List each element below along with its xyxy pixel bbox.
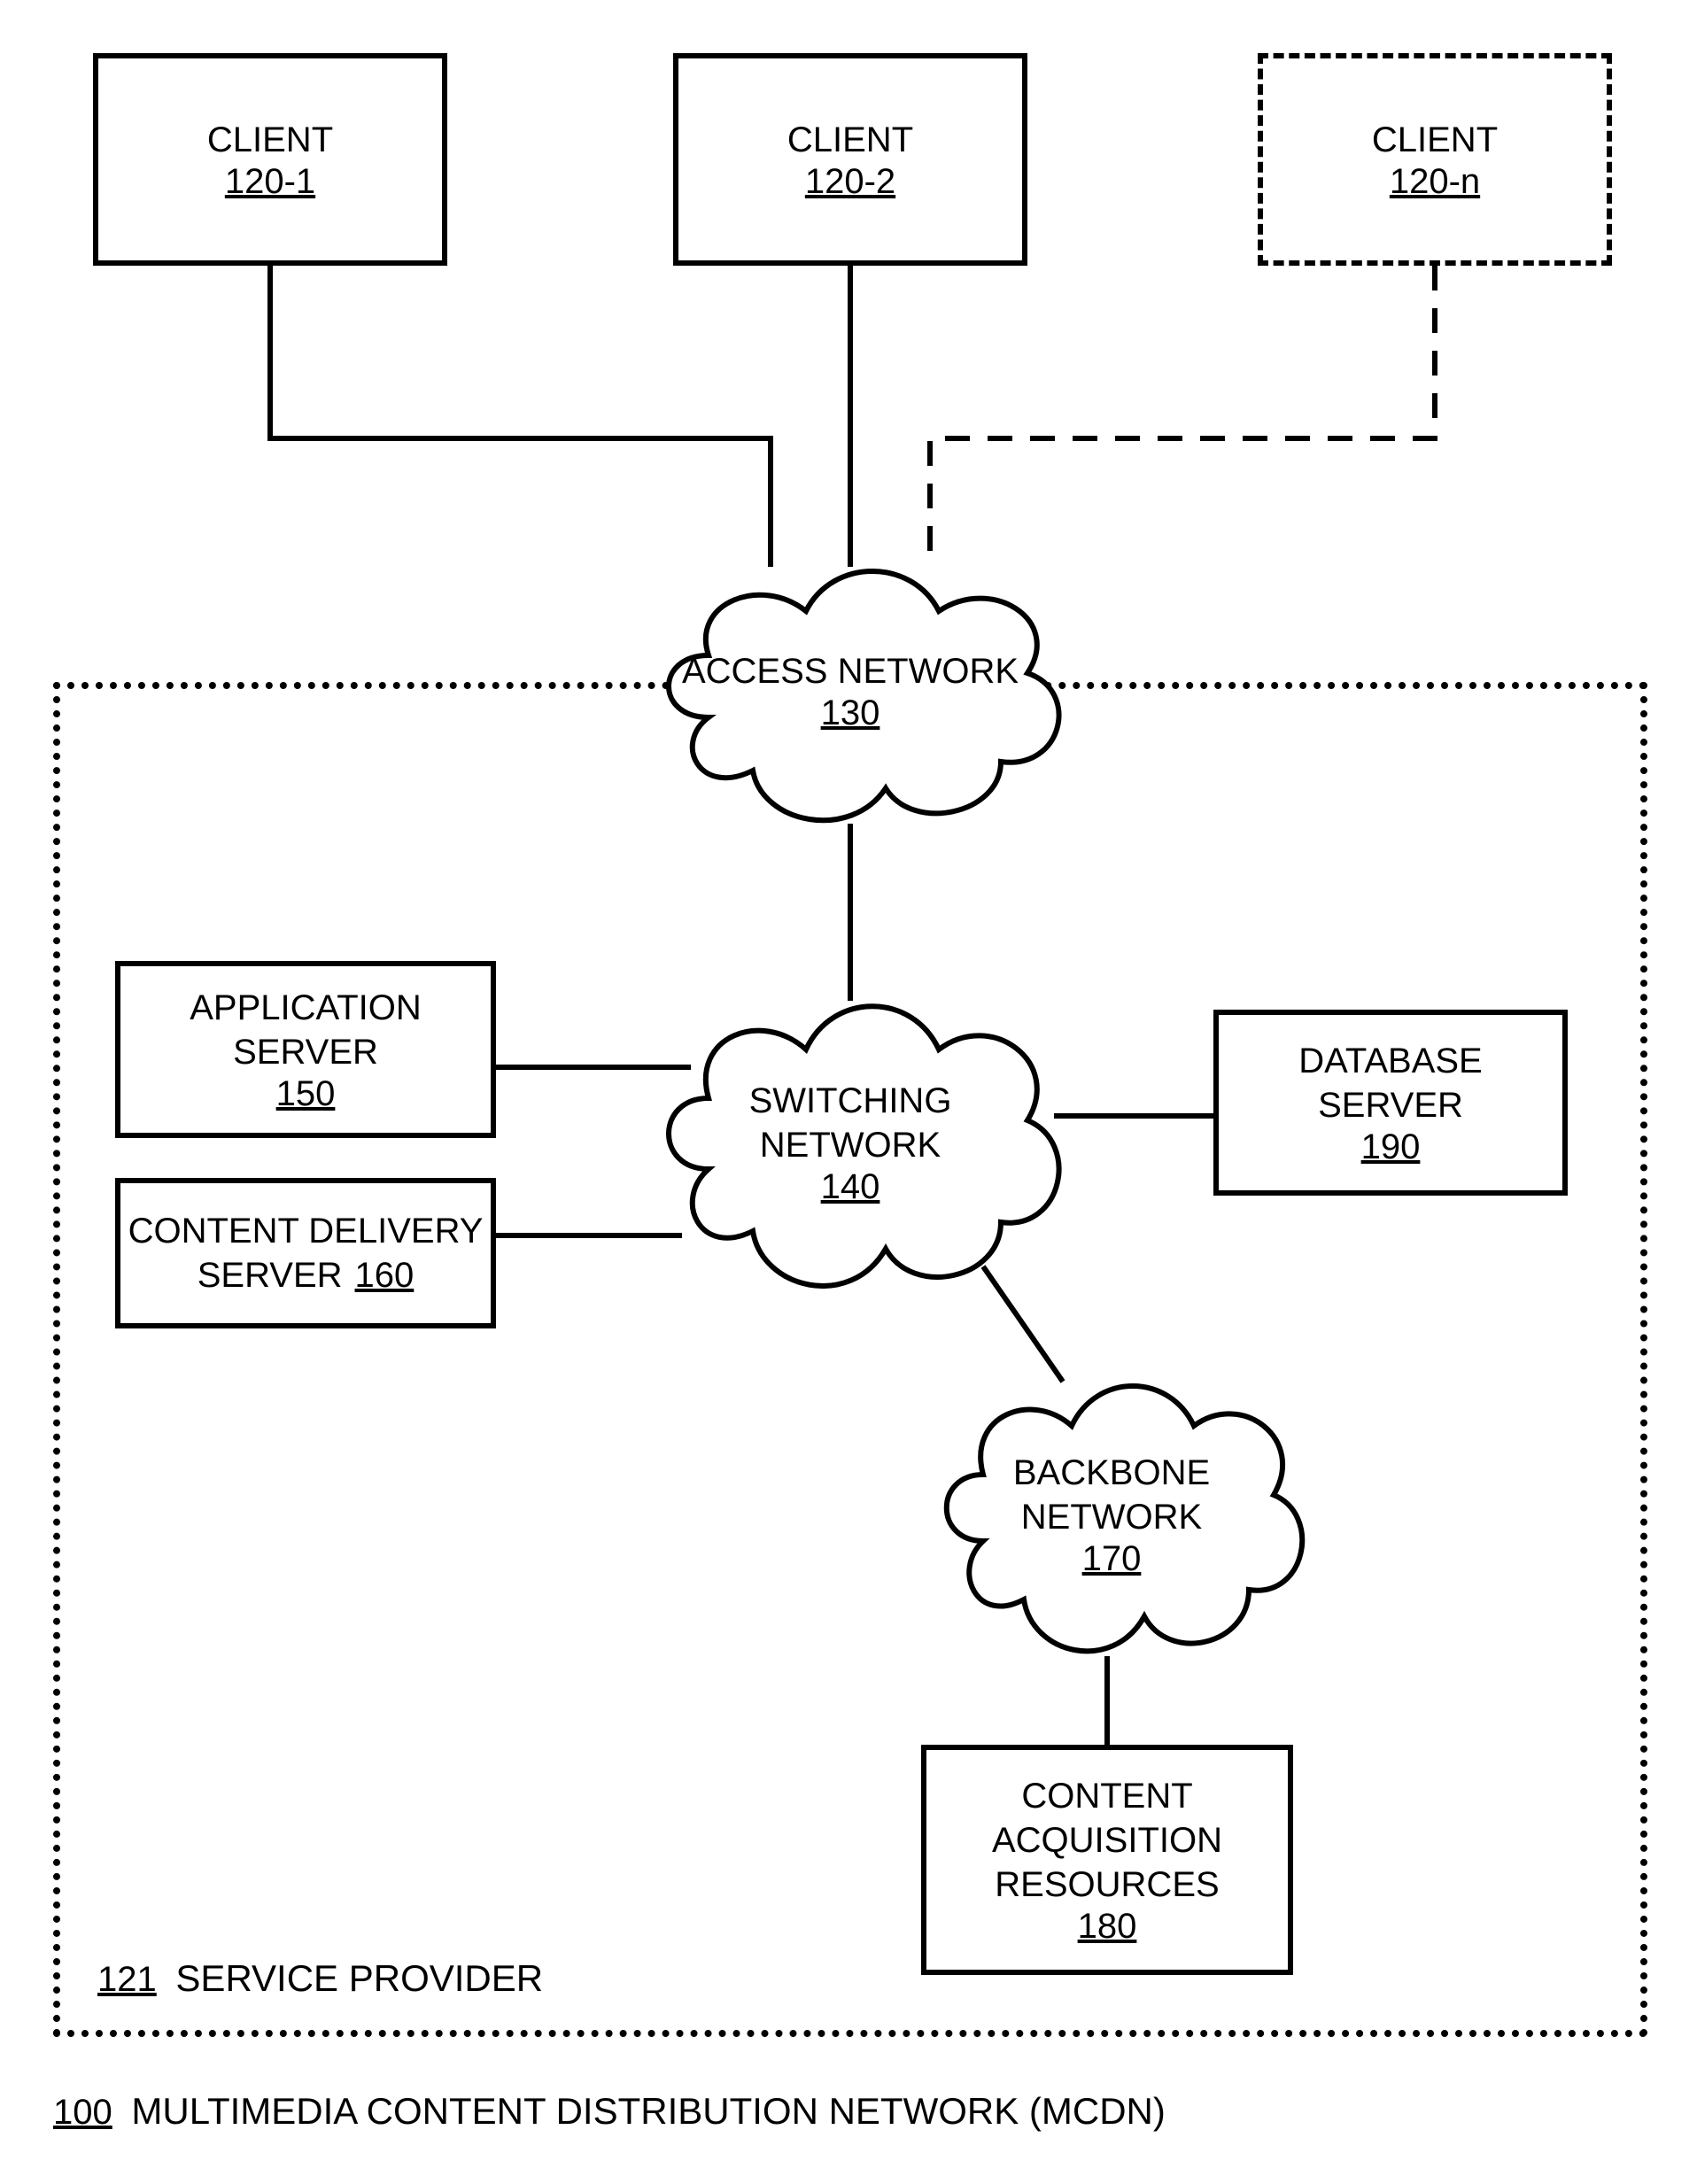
backbone-network-ref: 170 <box>1013 1539 1210 1579</box>
service-provider-text: SERVICE PROVIDER <box>175 1957 543 1999</box>
access-network-cloud: ACCESS NETWORK 130 <box>620 540 1081 841</box>
switching-network-label-1: SWITCHING <box>749 1079 952 1123</box>
database-server-label1: DATABASE <box>1298 1039 1482 1083</box>
access-network-label: ACCESS NETWORK <box>682 649 1019 693</box>
client-1-box: CLIENT 120-1 <box>93 53 447 266</box>
client-n-ref: 120-n <box>1390 162 1480 202</box>
content-delivery-label1: CONTENT DELIVERY <box>128 1209 484 1253</box>
application-server-box: APPLICATION SERVER 150 <box>115 961 496 1138</box>
footer-label: 100 MULTIMEDIA CONTENT DISTRIBUTION NETW… <box>53 2090 1166 2133</box>
content-delivery-label2a: SERVER <box>198 1253 343 1297</box>
backbone-network-label-1: BACKBONE <box>1013 1451 1210 1495</box>
content-delivery-ref: 160 <box>355 1256 415 1296</box>
content-delivery-server-box: CONTENT DELIVERY SERVER 160 <box>115 1178 496 1328</box>
client-n-box: CLIENT 120-n <box>1258 53 1612 266</box>
client-2-box: CLIENT 120-2 <box>673 53 1027 266</box>
content-acquisition-ref: 180 <box>1078 1907 1137 1947</box>
content-acquisition-label2: ACQUISITION <box>992 1818 1222 1863</box>
database-server-ref: 190 <box>1361 1127 1421 1167</box>
database-server-label2: SERVER <box>1318 1083 1463 1127</box>
access-network-ref: 130 <box>682 693 1019 733</box>
service-provider-ref: 121 <box>97 1960 157 1999</box>
content-acquisition-label1: CONTENT <box>1021 1774 1192 1818</box>
footer-text: MULTIMEDIA CONTENT DISTRIBUTION NETWORK … <box>131 2090 1165 2132</box>
switching-network-label-2: NETWORK <box>749 1123 952 1167</box>
footer-ref: 100 <box>53 2093 112 2132</box>
client-2-ref: 120-2 <box>805 162 895 202</box>
application-server-ref: 150 <box>276 1074 336 1114</box>
diagram-canvas: CLIENT 120-1 CLIENT 120-2 CLIENT 120-n A… <box>0 0 1697 2184</box>
client-1-ref: 120-1 <box>225 162 315 202</box>
switching-network-ref: 140 <box>749 1167 952 1207</box>
backbone-network-cloud: BACKBONE NETWORK 170 <box>903 1355 1320 1674</box>
switching-network-cloud: SWITCHING NETWORK 140 <box>620 974 1081 1311</box>
application-server-label2: SERVER <box>233 1030 378 1074</box>
client-n-label: CLIENT <box>1372 118 1498 162</box>
content-acquisition-label3: RESOURCES <box>995 1863 1219 1907</box>
database-server-box: DATABASE SERVER 190 <box>1213 1010 1568 1196</box>
client-2-label: CLIENT <box>787 118 913 162</box>
backbone-network-label-2: NETWORK <box>1013 1495 1210 1539</box>
client-1-label: CLIENT <box>207 118 333 162</box>
application-server-label1: APPLICATION <box>190 986 422 1030</box>
content-acquisition-box: CONTENT ACQUISITION RESOURCES 180 <box>921 1745 1293 1975</box>
service-provider-label: 121 SERVICE PROVIDER <box>97 1957 543 2000</box>
service-provider-container <box>53 682 1647 2037</box>
